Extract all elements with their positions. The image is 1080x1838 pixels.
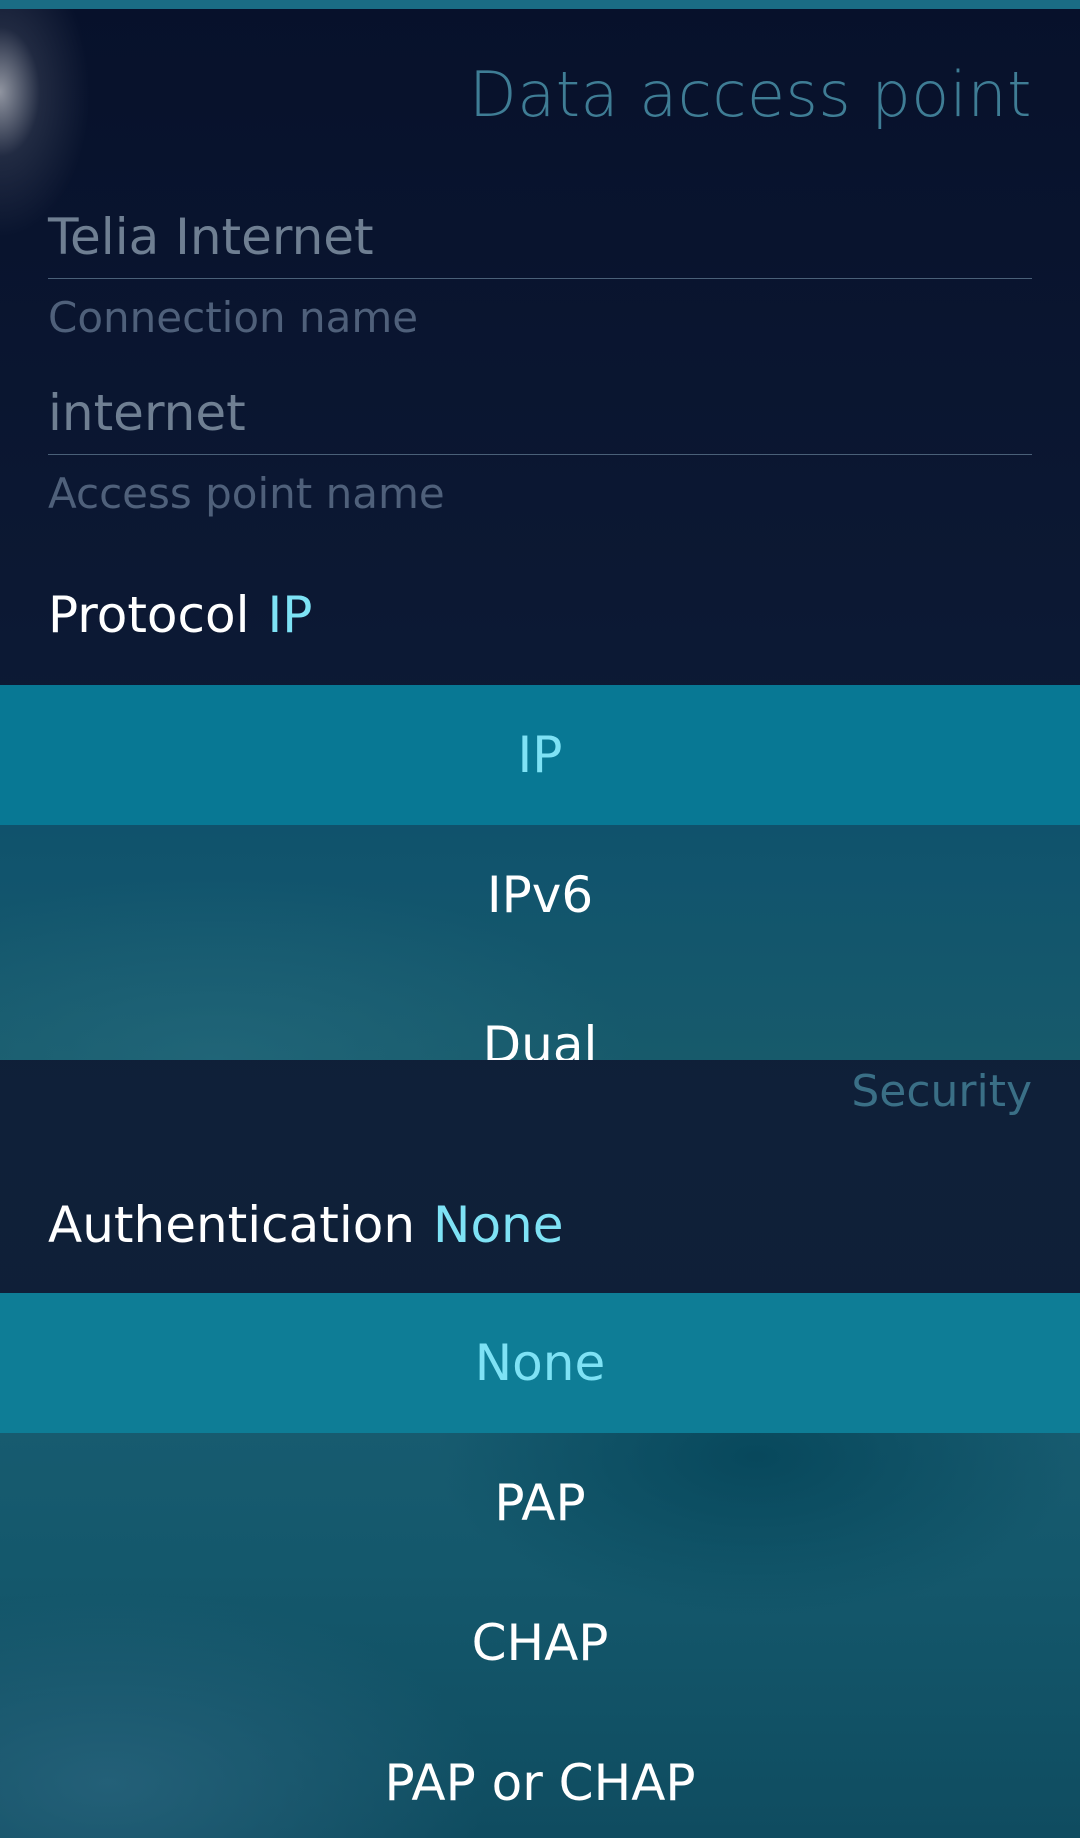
authentication-option-pap-or-chap[interactable]: PAP or CHAP bbox=[0, 1713, 1080, 1838]
protocol-label: Protocol bbox=[48, 586, 250, 644]
protocol-value: IP bbox=[267, 586, 313, 644]
security-section-header: Security bbox=[851, 1066, 1032, 1117]
authentication-label: Authentication bbox=[48, 1196, 416, 1254]
authentication-combo[interactable]: Authentication None bbox=[48, 1196, 564, 1254]
connection-name-label: Connection name bbox=[48, 293, 419, 342]
connection-name-underline bbox=[48, 278, 1032, 279]
access-point-name-label: Access point name bbox=[48, 469, 445, 518]
protocol-option-ipv6[interactable]: IPv6 bbox=[0, 825, 1080, 965]
data-access-point-page: Data access point Telia Internet Connect… bbox=[0, 0, 1080, 1838]
access-point-name-field[interactable]: internet Access point name bbox=[48, 384, 1032, 518]
access-point-name-input[interactable]: internet bbox=[48, 384, 1032, 442]
connection-name-input[interactable]: Telia Internet bbox=[48, 208, 1032, 266]
authentication-value: None bbox=[433, 1196, 564, 1254]
authentication-option-none[interactable]: None bbox=[0, 1293, 1080, 1433]
authentication-menu: None PAP CHAP PAP or CHAP bbox=[0, 1293, 1080, 1838]
connection-name-field[interactable]: Telia Internet Connection name bbox=[48, 208, 1032, 342]
protocol-option-ip[interactable]: IP bbox=[0, 685, 1080, 825]
page-title: Data access point bbox=[469, 58, 1032, 131]
protocol-menu: IP IPv6 Dual bbox=[0, 685, 1080, 1060]
authentication-option-pap[interactable]: PAP bbox=[0, 1433, 1080, 1573]
protocol-combo[interactable]: Protocol IP bbox=[48, 586, 312, 644]
authentication-option-chap[interactable]: CHAP bbox=[0, 1573, 1080, 1713]
access-point-name-underline bbox=[48, 454, 1032, 455]
status-strip bbox=[0, 0, 1080, 9]
protocol-option-dual[interactable]: Dual bbox=[0, 965, 1080, 1060]
